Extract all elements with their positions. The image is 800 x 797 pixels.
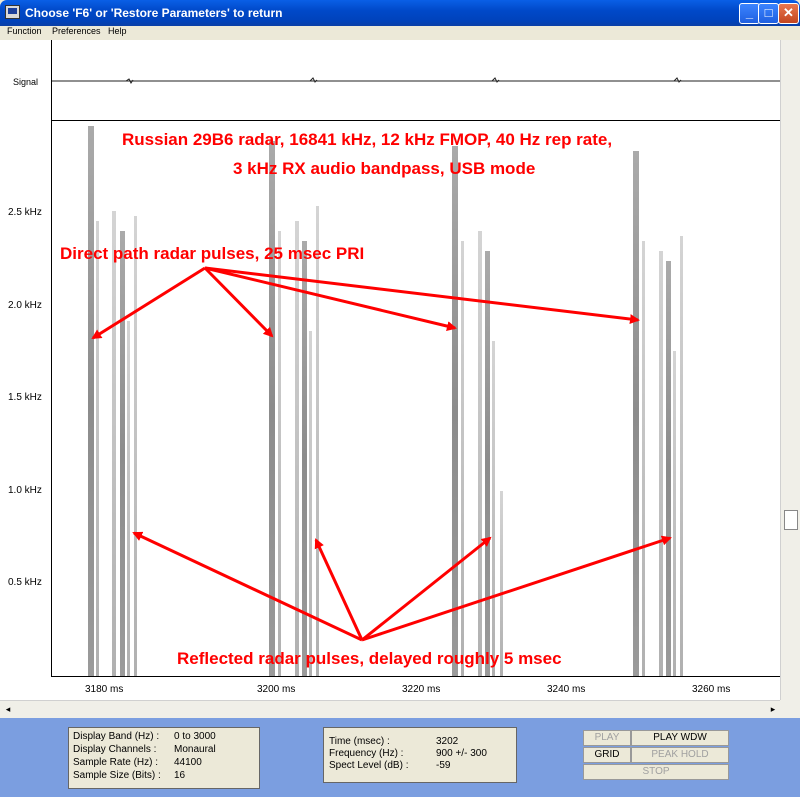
- y-tick-label: 1.0 kHz: [8, 485, 42, 496]
- annotation-title-line1: Russian 29B6 radar, 16841 kHz, 12 kHz FM…: [122, 130, 613, 149]
- x-tick-label: 3180 ms: [85, 684, 124, 695]
- info-value: 44100: [174, 757, 202, 768]
- status-panel: Display Band (Hz) : 0 to 3000 Display Ch…: [0, 718, 800, 797]
- signal-panel: [51, 40, 781, 121]
- maximize-button[interactable]: □: [758, 3, 779, 24]
- y-tick-label: 1.5 kHz: [8, 392, 42, 403]
- x-tick-label: 3260 ms: [692, 684, 731, 695]
- readout-value: -59: [436, 760, 451, 771]
- play-button[interactable]: PLAY: [583, 730, 631, 746]
- readout-label: Spect Level (dB) :: [329, 760, 409, 771]
- spectrogram-panel: [51, 121, 781, 677]
- grid-button[interactable]: GRID: [583, 747, 631, 763]
- readout-value: 900 +/- 300: [436, 748, 487, 759]
- y-tick-label: 2.5 kHz: [8, 207, 42, 218]
- signal-trace: [52, 77, 781, 84]
- app-icon: [5, 5, 20, 19]
- title-bar: Choose 'F6' or 'Restore Parameters' to r…: [0, 0, 800, 26]
- menu-bar: Function Preferences Help: [0, 26, 800, 39]
- minimize-button[interactable]: _: [739, 3, 760, 24]
- scroll-left-icon[interactable]: ◂: [2, 703, 14, 715]
- display-settings-box: Display Band (Hz) : 0 to 3000 Display Ch…: [68, 727, 260, 789]
- y-tick-label: 2.0 kHz: [8, 300, 42, 311]
- info-label: Sample Size (Bits) :: [73, 770, 161, 781]
- horizontal-scrollbar[interactable]: ◂ ▸: [0, 700, 780, 719]
- menu-function[interactable]: Function: [7, 26, 42, 36]
- vertical-scrollbar[interactable]: [780, 40, 800, 701]
- readout-label: Time (msec) :: [329, 736, 390, 747]
- scrollbar-corner: [780, 700, 800, 718]
- info-label: Sample Rate (Hz) :: [73, 757, 159, 768]
- scroll-right-icon[interactable]: ▸: [767, 703, 779, 715]
- vertical-scroll-thumb[interactable]: [784, 510, 798, 530]
- x-tick-label: 3240 ms: [547, 684, 586, 695]
- x-tick-label: 3200 ms: [257, 684, 296, 695]
- info-value: 0 to 3000: [174, 731, 216, 742]
- window-title: Choose 'F6' or 'Restore Parameters' to r…: [25, 6, 283, 20]
- menu-help[interactable]: Help: [108, 26, 127, 36]
- y-tick-label: 0.5 kHz: [8, 577, 42, 588]
- x-tick-label: 3220 ms: [402, 684, 441, 695]
- signal-label: Signal: [13, 77, 39, 87]
- readout-label: Frequency (Hz) :: [329, 748, 404, 759]
- close-button[interactable]: ✕: [778, 3, 799, 24]
- cursor-readout-box: Time (msec) : 3202 Frequency (Hz) : 900 …: [323, 727, 517, 783]
- info-value: Monaural: [174, 744, 216, 755]
- annotation-title-line2: 3 kHz RX audio bandpass, USB mode: [233, 159, 536, 178]
- info-label: Display Band (Hz) :: [73, 731, 160, 742]
- info-label: Display Channels :: [73, 744, 157, 755]
- menu-preferences[interactable]: Preferences: [52, 26, 101, 36]
- play-window-button[interactable]: PLAY WDW: [631, 730, 729, 746]
- peak-hold-button[interactable]: PEAK HOLD: [631, 747, 729, 763]
- annotation-direct-pulses: Direct path radar pulses, 25 msec PRI: [60, 244, 365, 263]
- readout-value: 3202: [436, 736, 459, 747]
- info-value: 16: [174, 770, 186, 781]
- spectrogram-image: [88, 126, 683, 676]
- annotation-reflected-pulses: Reflected radar pulses, delayed roughly …: [177, 649, 562, 668]
- stop-button[interactable]: STOP: [583, 764, 729, 780]
